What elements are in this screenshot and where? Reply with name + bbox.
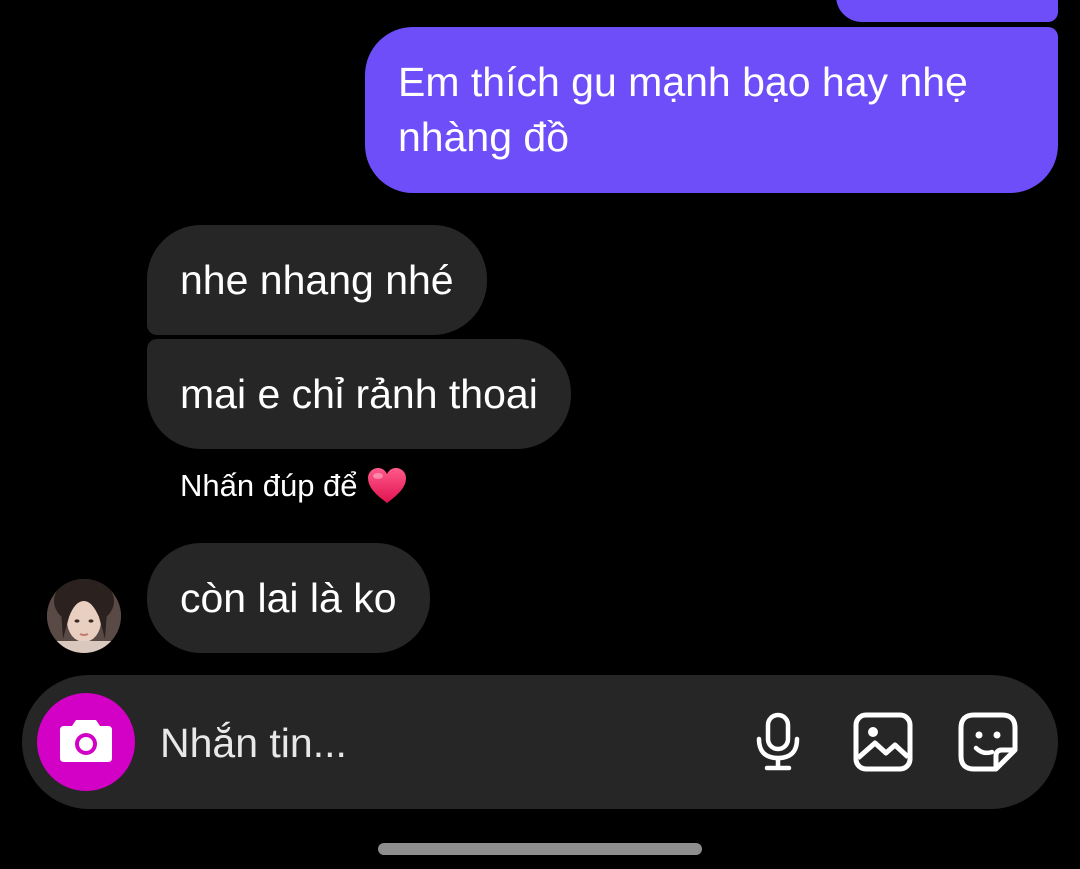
incoming-message-bubble[interactable]: mai e chỉ rảnh thoai xyxy=(147,339,571,449)
outgoing-message-text: Em thích gu mạnh bạo hay nhẹ nhàng đồ xyxy=(398,59,968,160)
microphone-button[interactable] xyxy=(746,712,810,776)
previous-outgoing-message-bubble[interactable] xyxy=(836,0,1058,22)
gallery-icon xyxy=(853,712,913,777)
microphone-icon xyxy=(753,712,803,777)
double-tap-reaction-hint: Nhấn đúp để xyxy=(180,463,408,509)
incoming-message-bubble[interactable]: còn lai là ko xyxy=(147,543,430,653)
incoming-message-bubble[interactable]: nhe nhang nhé xyxy=(147,225,487,335)
camera-icon xyxy=(58,716,114,769)
outgoing-message-bubble[interactable]: Em thích gu mạnh bạo hay nhẹ nhàng đồ xyxy=(365,27,1058,193)
sticker-button[interactable] xyxy=(956,712,1020,776)
incoming-message-text: mai e chỉ rảnh thoai xyxy=(180,371,538,417)
home-indicator[interactable] xyxy=(378,843,702,855)
avatar[interactable] xyxy=(47,579,121,653)
camera-button[interactable] xyxy=(37,693,135,791)
reaction-hint-text: Nhấn đúp để xyxy=(180,468,358,503)
incoming-message-text: nhe nhang nhé xyxy=(180,257,454,303)
sticker-icon xyxy=(958,712,1018,777)
heart-icon xyxy=(366,466,408,506)
gallery-button[interactable] xyxy=(851,712,915,776)
incoming-message-text: còn lai là ko xyxy=(180,575,397,621)
message-input[interactable] xyxy=(160,712,720,774)
